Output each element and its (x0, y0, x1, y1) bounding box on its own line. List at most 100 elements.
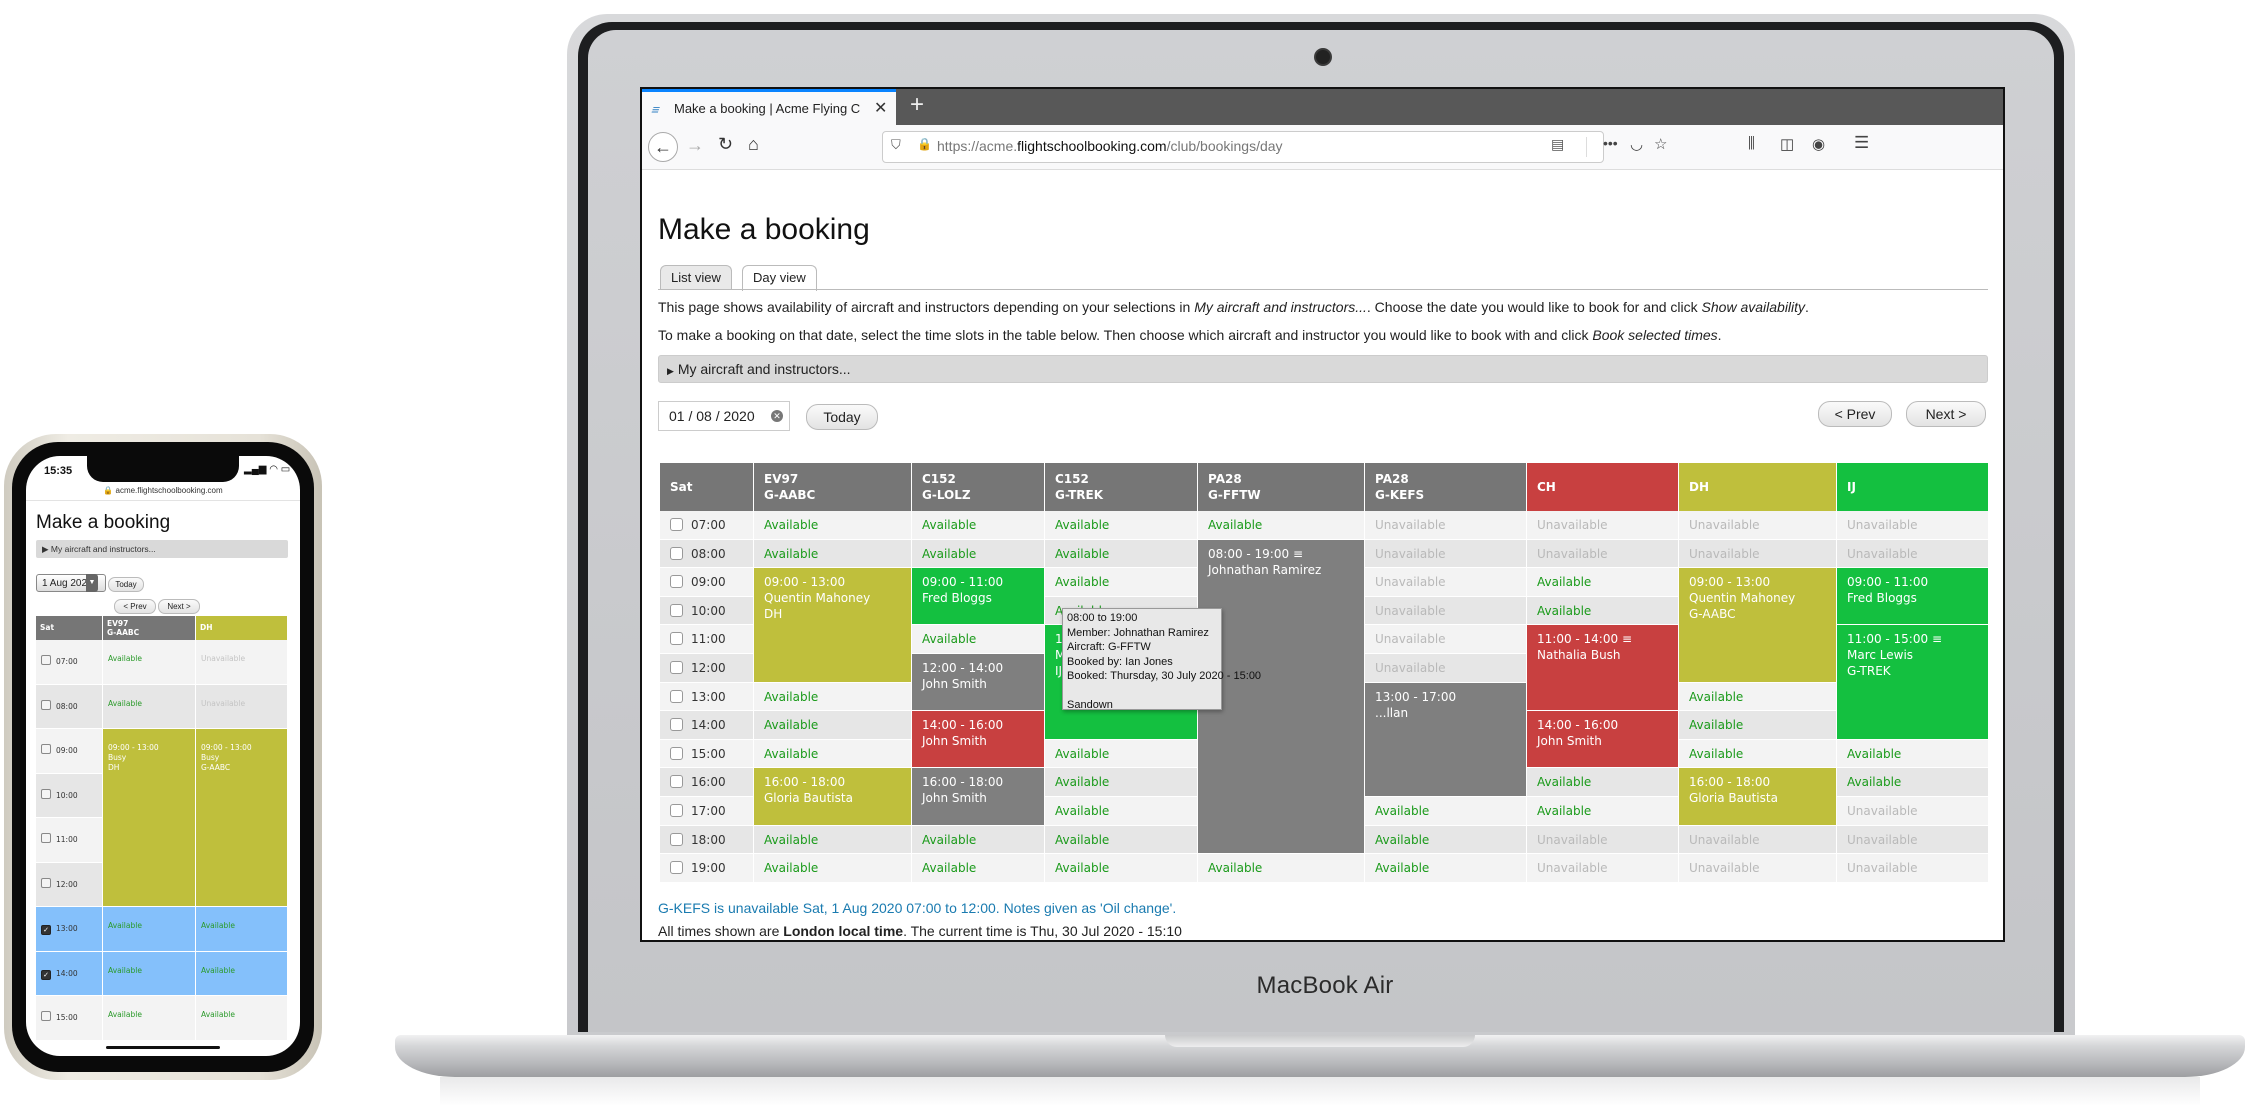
phone-time-checkbox[interactable] (41, 877, 51, 888)
time-slot-checkbox[interactable] (670, 546, 683, 560)
time-slot-checkbox[interactable] (670, 603, 683, 617)
phone-slot-available[interactable]: Available (103, 907, 196, 952)
time-slot-checkbox[interactable] (670, 632, 683, 646)
lock-icon[interactable]: 🔒 (917, 137, 932, 151)
time-slot-checkbox[interactable] (670, 518, 683, 531)
library-icon[interactable]: ⫼ (1748, 135, 1755, 152)
time-slot-checkbox[interactable] (670, 718, 683, 732)
browser-tab-active[interactable]: ≡ Make a booking | Acme Flying C ✕ (642, 89, 896, 125)
home-icon[interactable]: ⌂ (748, 134, 759, 155)
slot-available[interactable]: Available (1045, 797, 1198, 826)
time-slot-checkbox[interactable] (670, 689, 683, 703)
phone-url[interactable]: 🔒 acme.flightschoolbooking.com (26, 486, 300, 495)
slot-available[interactable]: Available (912, 825, 1045, 855)
phone-booking-block[interactable]: 09:00 - 13:00 Busy DH (103, 729, 196, 907)
time-slot-checkbox[interactable] (670, 804, 683, 817)
menu-icon[interactable]: ☰ (1854, 133, 1869, 153)
phone-time-checkbox[interactable] (41, 788, 51, 799)
back-icon[interactable]: ← (648, 132, 678, 162)
slot-available[interactable]: Available (1365, 854, 1527, 883)
slot-available[interactable]: Available (754, 854, 912, 883)
prev-day-button[interactable]: < Prev (1818, 401, 1892, 427)
slot-available[interactable]: Available (1045, 768, 1198, 797)
tab-day-view[interactable]: Day view (742, 265, 817, 291)
phone-time-checkbox[interactable]: ✓ (41, 969, 51, 980)
slot-available[interactable]: Available (912, 625, 1045, 654)
phone-booking-block[interactable]: 09:00 - 13:00 Busy G-AABC (196, 729, 288, 907)
booking-block[interactable]: 16:00 - 18:00 John Smith (912, 768, 1045, 826)
slot-available[interactable]: Available (912, 511, 1045, 540)
clear-date-icon[interactable]: ✕ (771, 410, 783, 422)
reload-icon[interactable]: ↻ (718, 134, 733, 155)
today-button[interactable]: Today (806, 404, 878, 430)
time-slot-checkbox[interactable] (670, 746, 683, 760)
aircraft-instructors-accordion[interactable]: ▶ My aircraft and instructors... (658, 355, 1988, 383)
slot-available[interactable]: Available (754, 682, 912, 712)
bookmark-star-icon[interactable]: ☆ (1654, 135, 1667, 153)
slot-available[interactable]: Available (1045, 854, 1198, 883)
booking-block[interactable]: 16:00 - 18:00 Gloria Bautista (1679, 768, 1837, 826)
forward-icon[interactable]: → (686, 135, 704, 156)
slot-available[interactable]: Available (754, 511, 912, 540)
url-text[interactable]: https://acme.flightschoolbooking.com/clu… (937, 138, 1283, 154)
next-day-button[interactable]: Next > (1906, 401, 1986, 427)
phone-slot-available[interactable]: Available (103, 640, 196, 685)
booking-block[interactable]: 09:00 - 13:00 Quentin Mahoney G-AABC (1679, 568, 1837, 683)
booking-block[interactable]: 09:00 - 11:00 Fred Bloggs (1837, 568, 1989, 626)
slot-available[interactable]: Available (1527, 797, 1679, 826)
account-icon[interactable]: ◉ (1812, 135, 1825, 153)
phone-today-button[interactable]: Today (108, 577, 144, 592)
phone-time-checkbox[interactable] (41, 655, 51, 665)
slot-available[interactable]: Available (912, 854, 1045, 883)
pocket-icon[interactable]: ◡ (1630, 135, 1643, 153)
slot-available[interactable]: Available (1045, 511, 1198, 540)
slot-available[interactable]: Available (1679, 682, 1837, 712)
booking-block[interactable]: 11:00 - 15:00 ≡ Marc Lewis G-TREK (1837, 625, 1989, 740)
booking-block[interactable]: 11:00 - 14:00 ≡ Nathalia Bush (1527, 625, 1679, 712)
slot-available[interactable]: Available (912, 539, 1045, 569)
phone-time-checkbox[interactable] (41, 1011, 51, 1021)
phone-time-checkbox[interactable] (41, 833, 51, 843)
slot-available[interactable]: Available (754, 539, 912, 569)
url-bar[interactable]: ⛉ 🔒 https://acme.flightschoolbooking.com… (882, 131, 1618, 163)
booking-block[interactable]: 09:00 - 13:00 Quentin Mahoney DH (754, 568, 912, 683)
chevron-down-icon[interactable]: ▼ (86, 574, 98, 592)
slot-available[interactable]: Available (1198, 854, 1365, 883)
phone-accordion[interactable]: ▶ My aircraft and instructors... (36, 540, 288, 558)
phone-slot-available[interactable]: Available (196, 907, 288, 952)
time-slot-checkbox[interactable] (670, 861, 683, 875)
slot-available[interactable]: Available (1527, 596, 1679, 626)
phone-slot-available[interactable]: Available (103, 684, 196, 729)
slot-available[interactable]: Available (1045, 539, 1198, 569)
slot-available[interactable]: Available (1527, 568, 1679, 597)
time-slot-checkbox[interactable] (670, 832, 683, 846)
new-tab-button[interactable]: + (910, 91, 924, 119)
slot-available[interactable]: Available (1527, 768, 1679, 797)
phone-time-checkbox[interactable] (41, 744, 51, 754)
booking-block[interactable]: 08:00 - 19:00 ≡ Johnathan Ramirez (1198, 539, 1365, 855)
slot-available[interactable]: Available (1837, 768, 1989, 797)
slot-available[interactable]: Available (1045, 568, 1198, 597)
reader-icon[interactable]: ▤ (1551, 136, 1564, 153)
slot-available[interactable]: Available (754, 739, 912, 769)
shield-icon[interactable]: ⛉ (891, 137, 901, 153)
slot-available[interactable]: Available (1365, 825, 1527, 855)
phone-slot-available[interactable]: Available (196, 996, 288, 1041)
slot-available[interactable]: Available (1679, 711, 1837, 740)
slot-available[interactable]: Available (1679, 739, 1837, 769)
phone-slot-available[interactable]: Available (103, 951, 196, 996)
phone-time-checkbox[interactable] (41, 699, 51, 710)
tab-list-view[interactable]: List view (660, 265, 732, 290)
slot-available[interactable]: Available (1837, 739, 1989, 769)
more-icon[interactable]: ••• (1603, 135, 1618, 151)
slot-available[interactable]: Available (1045, 739, 1198, 769)
booking-block[interactable]: 16:00 - 18:00 Gloria Bautista (754, 768, 912, 826)
booking-block[interactable]: 09:00 - 11:00 Fred Bloggs (912, 568, 1045, 626)
close-tab-icon[interactable]: ✕ (874, 98, 887, 118)
phone-time-checkbox[interactable]: ✓ (41, 925, 51, 935)
slot-available[interactable]: Available (1045, 825, 1198, 855)
slot-available[interactable]: Available (1198, 511, 1365, 540)
booking-block[interactable]: 13:00 - 17:00 ...llan (1365, 682, 1527, 797)
booking-block[interactable]: 14:00 - 16:00 John Smith (912, 711, 1045, 769)
phone-slot-available[interactable]: Available (103, 996, 196, 1041)
